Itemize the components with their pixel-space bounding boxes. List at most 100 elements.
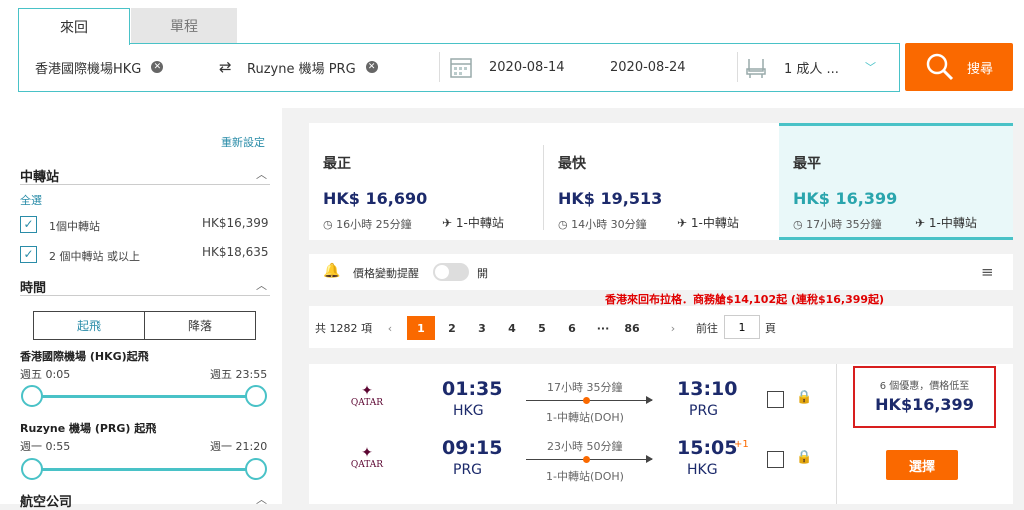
tab-departure[interactable]: 起飛 <box>34 312 145 339</box>
time-title: 時間 <box>20 281 47 296</box>
promo-text: 香港來回布拉格．商務艙$14,102起 (連稅$16,399起) <box>605 293 885 306</box>
outbound-arr-time: 13:10 <box>677 378 738 400</box>
slider1-from: 週五 0:05 <box>20 368 71 381</box>
page-6[interactable]: 6 <box>562 316 582 340</box>
price-alert-bar: 🔔 價格變動提醒 開 ≡ <box>309 254 1013 290</box>
sort-icon[interactable]: ≡ <box>981 263 994 281</box>
pagination-bar: 共 1282 項 ‹ 1 2 3 4 5 6 ··· 86 › 前往 頁 <box>309 306 1013 348</box>
qatar-logo: ✦ QATAR <box>350 383 384 408</box>
page-3[interactable]: 3 <box>472 316 492 340</box>
summary-fastest-label: 最快 <box>558 156 586 172</box>
chevron-up-icon[interactable]: ︿ <box>256 166 267 182</box>
inbound-arr-time: 15:05 <box>677 437 738 459</box>
search-icon <box>926 53 954 81</box>
reset-link[interactable]: 重新設定 <box>221 134 265 150</box>
summary-cheapest-stops: ✈ 1-中轉站 <box>915 216 977 230</box>
stops-2-checkbox[interactable]: ✓ <box>20 246 37 263</box>
price-box: 6 個優惠，價格低至 HK$16,399 <box>853 366 996 428</box>
summary-best[interactable]: 最正 HK$ 16,690 ◷ 16小時 25分鐘 ✈ 1-中轉站 <box>309 123 543 240</box>
clear-origin-icon[interactable]: ✕ <box>151 61 164 73</box>
tab-arrival[interactable]: 降落 <box>145 312 255 339</box>
price-alert-toggle[interactable] <box>433 263 469 281</box>
stops-1-label: 1個中轉站 <box>49 220 100 233</box>
lock-icon[interactable]: 🔒 <box>796 390 812 405</box>
goto-label: 前往 <box>696 322 718 335</box>
result-count: 共 1282 項 <box>315 322 372 335</box>
outbound-dep-time: 01:35 <box>442 378 503 400</box>
summary-fastest[interactable]: 最快 HK$ 19,513 ◷ 14小時 30分鐘 ✈ 1-中轉站 <box>544 123 778 240</box>
result-price: HK$16,399 <box>875 395 974 414</box>
qatar-logo: ✦ QATAR <box>350 445 384 470</box>
stops-1-checkbox[interactable]: ✓ <box>20 216 37 233</box>
stops-title: 中轉站 <box>20 170 60 185</box>
seat-icon <box>745 44 767 90</box>
search-bar: 香港國際機場HKG ✕ ⇄ Ruzyne 機場 PRG ✕ 2020-08-14… <box>18 43 900 92</box>
page-1[interactable]: 1 <box>407 316 435 340</box>
page-suffix: 頁 <box>765 322 776 335</box>
destination-field[interactable]: Ruzyne 機場 PRG ✕ <box>247 44 378 90</box>
page-2[interactable]: 2 <box>442 316 462 340</box>
next-page-icon[interactable]: › <box>666 316 680 340</box>
destination-value: Ruzyne 機場 PRG <box>247 61 356 77</box>
prev-page-icon[interactable]: ‹ <box>383 316 397 340</box>
depart-date-field[interactable]: 2020-08-14 <box>489 44 565 90</box>
inbound-dep-code: PRG <box>453 462 483 478</box>
bell-icon: 🔔 <box>323 263 341 279</box>
origin-field[interactable]: 香港國際機場HKG ✕ <box>35 44 164 90</box>
goto-page-input[interactable] <box>724 315 760 339</box>
lock-icon[interactable]: 🔒 <box>796 450 812 465</box>
outbound-dep-code: HKG <box>453 403 484 419</box>
travellers-field[interactable]: 1 成人 ... <box>784 44 839 90</box>
compare-checkbox[interactable] <box>767 451 784 468</box>
swap-icon[interactable]: ⇄ <box>219 44 232 90</box>
clear-destination-icon[interactable]: ✕ <box>365 61 378 73</box>
outbound-stops: 1-中轉站(DOH) <box>546 411 624 424</box>
sort-summary: 最正 HK$ 16,690 ◷ 16小時 25分鐘 ✈ 1-中轉站 最快 HK$… <box>309 123 1013 240</box>
select-button[interactable]: 選擇 <box>886 450 958 480</box>
page-86[interactable]: 86 <box>622 316 642 340</box>
slider2-from: 週一 0:55 <box>20 440 71 453</box>
slider1-label: 香港國際機場 (HKG)起飛 <box>20 350 149 363</box>
summary-cheapest[interactable]: 最平 HK$ 16,399 ◷ 17小時 35分鐘 ✈ 1-中轉站 <box>779 123 1013 240</box>
stops-1-price: HK$16,399 <box>202 216 269 230</box>
calendar-icon[interactable] <box>449 44 473 90</box>
summary-best-stops: ✈ 1-中轉站 <box>442 216 504 230</box>
slider2-min-handle[interactable] <box>21 458 43 480</box>
compare-checkbox[interactable] <box>767 391 784 408</box>
search-button-label: 搜尋 <box>966 61 993 77</box>
inbound-arr-code: HKG <box>687 462 718 478</box>
slider1-min-handle[interactable] <box>21 385 43 407</box>
summary-fastest-duration: ◷ 14小時 30分鐘 <box>558 218 647 231</box>
inbound-dep-time: 09:15 <box>442 437 503 459</box>
return-date-field[interactable]: 2020-08-24 <box>610 44 686 90</box>
slider2-max-handle[interactable] <box>245 458 267 480</box>
filter-sidebar: 重新設定 中轉站 ︿ 全選 ✓ 1個中轉站 HK$16,399 ✓ 2 個中轉站… <box>0 108 282 510</box>
slider2-to: 週一 21:20 <box>210 440 268 453</box>
search-button[interactable]: 搜尋 <box>905 43 1013 91</box>
summary-fastest-stops: ✈ 1-中轉站 <box>677 216 739 230</box>
chevron-up-icon[interactable]: ︿ <box>256 491 267 507</box>
next-day-badge: +1 <box>734 439 749 450</box>
flight-result-card: ✦ QATAR 01:35 HKG 17小時 35分鐘 1-中轉站(DOH) 13… <box>309 364 1013 504</box>
summary-best-price: HK$ 16,690 <box>323 189 428 208</box>
tab-roundtrip[interactable]: 來回 <box>18 8 130 45</box>
tab-oneway[interactable]: 單程 <box>131 8 237 44</box>
time-toggle: 起飛 降落 <box>33 311 256 340</box>
slider1-max-handle[interactable] <box>245 385 267 407</box>
page-4[interactable]: 4 <box>502 316 522 340</box>
slider2-label: Ruzyne 機場 (PRG) 起飛 <box>20 422 157 435</box>
deals-text: 6 個優惠，價格低至 <box>879 381 970 392</box>
page-ellipsis: ··· <box>596 321 610 335</box>
summary-cheapest-price: HK$ 16,399 <box>793 189 898 208</box>
chevron-down-icon[interactable]: ﹀ <box>865 44 876 90</box>
summary-fastest-price: HK$ 19,513 <box>558 189 663 208</box>
summary-best-duration: ◷ 16小時 25分鐘 <box>323 218 412 231</box>
outbound-arr-code: PRG <box>689 403 719 419</box>
outbound-duration: 17小時 35分鐘 <box>547 381 623 394</box>
airlines-title: 航空公司 <box>20 495 73 510</box>
select-all-link[interactable]: 全選 <box>20 192 42 208</box>
stops-2-label: 2 個中轉站 或以上 <box>49 250 140 263</box>
origin-value: 香港國際機場HKG <box>35 61 142 77</box>
page-5[interactable]: 5 <box>532 316 552 340</box>
chevron-up-icon[interactable]: ︿ <box>256 277 267 293</box>
